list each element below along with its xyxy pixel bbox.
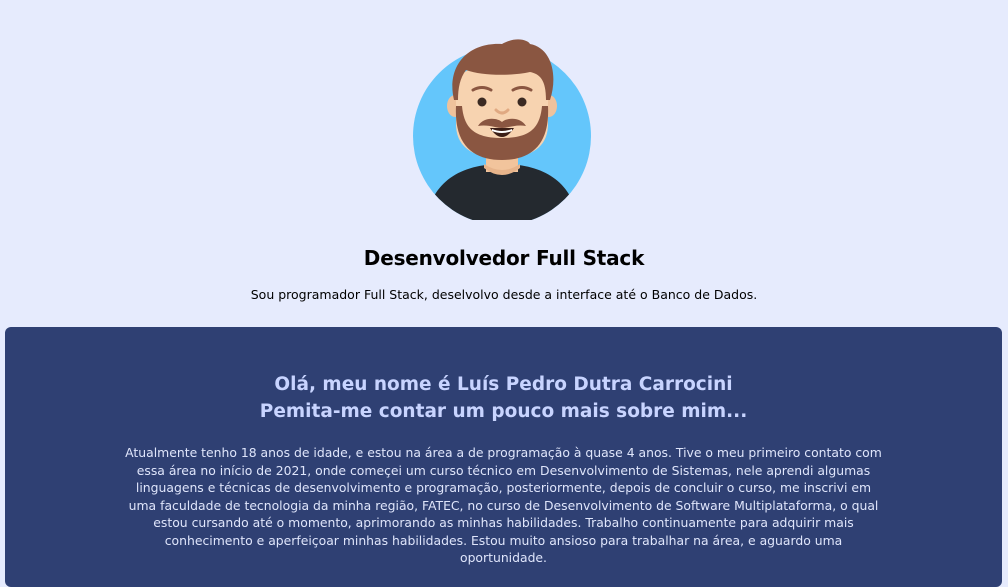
page-title: Desenvolvedor Full Stack [363,246,645,270]
about-section: Olá, meu nome é Luís Pedro Dutra Carroci… [5,327,1002,587]
page-subtitle: Sou programador Full Stack, deselvolvo d… [250,287,758,302]
about-heading-greeting: Olá, meu nome é Luís Pedro Dutra Carroci… [274,374,733,395]
about-heading-intro: Pemita-me contar um pouco mais sobre mim… [259,401,748,422]
developer-avatar-icon [413,39,591,220]
hero-section: Desenvolvedor Full Stack Sou programador… [0,0,1008,327]
about-paragraph: Atualmente tenho 18 anos de idade, e est… [125,445,882,565]
about-heading: Olá, meu nome é Luís Pedro Dutra Carroci… [5,371,1002,425]
